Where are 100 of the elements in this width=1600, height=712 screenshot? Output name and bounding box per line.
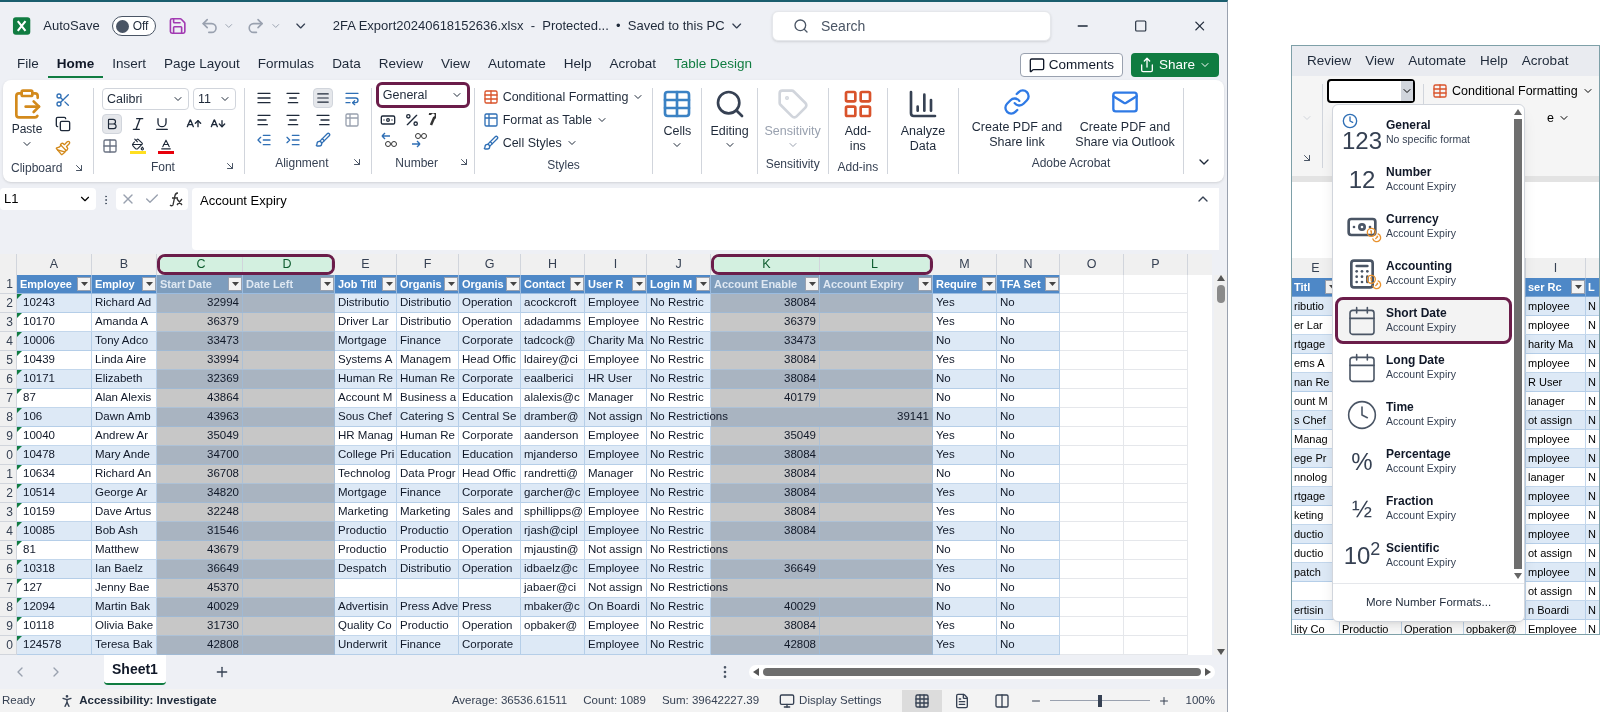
row-header[interactable]: 5	[0, 351, 17, 370]
ribbon-button[interactable]: Create PDF and Share link	[967, 88, 1067, 150]
scroll-down-icon[interactable]	[1514, 573, 1522, 579]
format-option[interactable]: 10$^{2}$ Scientific Account Expiry	[1335, 532, 1512, 579]
ribbon-tab[interactable]: Table Design	[665, 52, 762, 78]
font-name-field[interactable]: Calibri	[101, 88, 190, 110]
filter-button[interactable]	[696, 277, 710, 291]
orientation-icon[interactable]	[314, 132, 331, 148]
increase-indent-icon[interactable]	[285, 132, 302, 148]
styles-button[interactable]: Format as Table	[482, 110, 645, 130]
paste-button[interactable]: Paste	[11, 88, 43, 162]
scroll-up-icon[interactable]	[1514, 109, 1522, 115]
ribbon-tab[interactable]: Help	[1480, 50, 1508, 72]
ribbon-tab[interactable]: Help	[554, 52, 601, 78]
row-header[interactable]: 7	[0, 579, 17, 598]
filter-button[interactable]	[77, 277, 91, 291]
row-header[interactable]: 2	[0, 294, 17, 313]
wrap-text-icon[interactable]	[344, 90, 361, 106]
filter-button[interactable]	[570, 277, 584, 291]
scroll-up-icon[interactable]	[1216, 275, 1225, 281]
borders-icon[interactable]	[101, 138, 118, 154]
ribbon-tab[interactable]: Home	[47, 52, 104, 78]
filter-button[interactable]	[918, 277, 932, 291]
middle-align-icon[interactable]	[285, 90, 302, 106]
zoom-in-icon[interactable]	[1157, 694, 1170, 707]
top-align-icon[interactable]	[255, 90, 272, 106]
column-header[interactable]: O	[1060, 254, 1124, 275]
filter-button[interactable]	[805, 277, 819, 291]
ribbon-tab[interactable]: View	[1365, 50, 1395, 72]
row-header[interactable]: 3	[0, 313, 17, 332]
decrease-decimal-icon[interactable]	[409, 132, 428, 148]
copy-icon[interactable]	[55, 116, 71, 132]
filter-button[interactable]	[320, 277, 334, 291]
search-field[interactable]: Search	[772, 11, 1051, 41]
function-icon[interactable]	[168, 191, 184, 207]
bold-icon[interactable]	[101, 114, 122, 134]
ribbon-button[interactable]: Analyze Data	[896, 88, 950, 154]
view-button[interactable]	[901, 689, 942, 712]
comma-style-icon[interactable]	[427, 113, 436, 127]
row-header[interactable]: 7	[0, 389, 17, 408]
name-box[interactable]: L1	[0, 188, 96, 210]
format-painter-icon[interactable]	[55, 140, 71, 156]
filter-button[interactable]	[142, 277, 156, 291]
styles-button[interactable]: Conditional Formatting	[1432, 82, 1594, 101]
filter-button[interactable]	[228, 277, 242, 291]
row-header[interactable]: 9	[0, 617, 17, 636]
column-header[interactable]: D	[243, 257, 332, 272]
ribbon-tab[interactable]: Review	[1307, 50, 1352, 72]
display-settings-button[interactable]: Display Settings	[779, 691, 882, 710]
row-header[interactable]: 0	[0, 636, 17, 655]
row-header[interactable]: 0	[0, 446, 17, 465]
row-header[interactable]: 9	[0, 427, 17, 446]
styles-button[interactable]: Cell Styles	[482, 133, 645, 153]
cut-icon[interactable]	[55, 92, 71, 108]
scroll-thumb[interactable]	[763, 668, 1201, 676]
row-header[interactable]: 1	[0, 275, 17, 294]
row-header[interactable]: 8	[0, 598, 17, 617]
scroll-thumb[interactable]	[1514, 119, 1522, 569]
row-header[interactable]: 4	[0, 332, 17, 351]
row-header[interactable]: 4	[0, 522, 17, 541]
save-icon[interactable]	[168, 16, 188, 36]
ribbon-tab[interactable]: Automate	[1408, 50, 1467, 72]
filter-button[interactable]	[982, 277, 996, 291]
format-option[interactable]: Time Account Expiry	[1335, 391, 1512, 438]
ribbon-button[interactable]: Add-ins	[836, 88, 879, 154]
accessibility-status[interactable]: Accessibility: Investigate	[79, 691, 217, 710]
filter-button[interactable]	[632, 277, 646, 291]
row-header[interactable]: 3	[0, 503, 17, 522]
ribbon-tab[interactable]: Acrobat	[600, 52, 666, 78]
number-format-field[interactable]: General	[375, 82, 470, 108]
align-right-icon[interactable]	[314, 112, 331, 128]
styles-button[interactable]: Conditional Formatting	[482, 88, 645, 107]
column-header[interactable]: C	[160, 257, 244, 272]
column-header[interactable]: L	[820, 257, 930, 272]
ribbon-tab[interactable]: Page Layout	[155, 52, 249, 78]
format-option[interactable]: ½ Fraction Account Expiry	[1335, 485, 1512, 532]
format-option[interactable]: Short Date Account Expiry	[1335, 297, 1512, 344]
styles-button[interactable]: e	[1547, 108, 1570, 128]
decrease-indent-icon[interactable]	[255, 132, 272, 148]
ribbon-tab[interactable]: File	[8, 52, 48, 78]
column-header[interactable]: K	[714, 257, 821, 272]
more-formats-link[interactable]: More Number Formats...	[1365, 593, 1492, 612]
format-option[interactable]: Accounting Account Expiry	[1335, 250, 1512, 297]
row-header[interactable]: 1	[0, 465, 17, 484]
bottom-align-icon[interactable]	[312, 88, 333, 108]
scroll-right-icon[interactable]	[1205, 668, 1211, 676]
dialog-launcher-icon[interactable]	[1301, 152, 1313, 164]
comments-button[interactable]: Comments	[1019, 53, 1123, 77]
filter-button[interactable]	[506, 277, 520, 291]
row-header[interactable]: 6	[0, 370, 17, 389]
ribbon-tab[interactable]: Data	[323, 52, 370, 78]
align-left-icon[interactable]	[255, 112, 272, 128]
row-header[interactable]: 6	[0, 560, 17, 579]
filter-button[interactable]	[444, 277, 458, 291]
format-option[interactable]: % Percentage Account Expiry	[1335, 438, 1512, 485]
underline-icon[interactable]	[153, 116, 170, 132]
ribbon-button[interactable]: Cells	[661, 88, 694, 151]
ribbon-tab[interactable]: Insert	[103, 52, 156, 78]
filter-button[interactable]	[382, 277, 396, 291]
vertical-scrollbar[interactable]	[1214, 275, 1227, 655]
